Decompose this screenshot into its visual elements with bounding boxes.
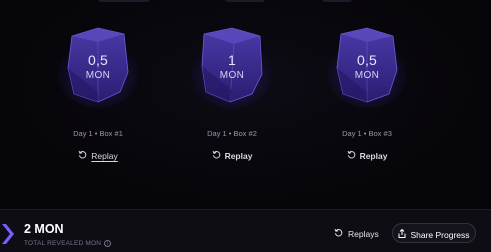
- replay-icon: [78, 151, 87, 159]
- share-progress-label: Share Progress: [410, 229, 470, 240]
- replay-label: Replay: [224, 150, 253, 161]
- chevron-accent-icon: [2, 224, 14, 244]
- box-card-3: 0,5 MON Day 1 • Box #3 Replay: [307, 18, 427, 168]
- box-gallery: 0,5 MON Day 1 • Box #1 Replay 1 MON Day …: [0, 0, 491, 209]
- top-edge-decoration: [225, 0, 265, 2]
- replay-label: Replay: [91, 150, 118, 161]
- share-icon: [398, 229, 406, 239]
- total-revealed-label-text: TOTAL REVEALED MON: [24, 240, 102, 247]
- top-edge-decoration: [98, 0, 150, 2]
- replay-icon: [347, 151, 355, 159]
- app-frame: 0,5 MON Day 1 • Box #1 Replay 1 MON Day …: [0, 0, 491, 252]
- total-revealed-value: 2 MON: [24, 222, 64, 236]
- box-unit: MON: [85, 70, 111, 81]
- info-icon[interactable]: i: [104, 239, 112, 247]
- total-revealed-label: TOTAL REVEALED MON i: [24, 239, 112, 248]
- top-edge-decoration: [322, 0, 352, 2]
- box-unit: MON: [354, 70, 380, 81]
- box-label: Day 1 • Box #2: [207, 129, 257, 138]
- box-card-1: 0,5 MON Day 1 • Box #1 Replay: [38, 18, 158, 168]
- box-amount: 0,5: [356, 52, 378, 68]
- cube-icon[interactable]: 0,5 MON: [327, 22, 407, 108]
- box-label: Day 1 • Box #3: [342, 129, 392, 138]
- box-amount: 1: [228, 52, 236, 68]
- replay-icon: [212, 151, 220, 159]
- share-progress-button[interactable]: Share Progress: [392, 223, 476, 243]
- replay-button-2[interactable]: Replay: [172, 149, 292, 162]
- cube-icon[interactable]: 0,5 MON: [58, 22, 138, 108]
- box-card-2: 1 MON Day 1 • Box #2 Replay: [172, 18, 292, 168]
- replays-button[interactable]: Replays: [334, 227, 379, 240]
- cube-icon[interactable]: 1 MON: [192, 22, 272, 108]
- replay-button-1[interactable]: Replay: [38, 149, 158, 162]
- replay-button-3[interactable]: Replay: [307, 149, 427, 162]
- replays-label: Replays: [348, 228, 379, 239]
- replay-icon: [334, 229, 343, 237]
- progress-footer: 2 MON TOTAL REVEALED MON i Replays Share …: [0, 209, 491, 252]
- box-label: Day 1 • Box #1: [73, 129, 123, 138]
- box-unit: MON: [219, 70, 245, 81]
- box-amount: 0,5: [87, 52, 109, 68]
- replay-label: Replay: [359, 150, 388, 161]
